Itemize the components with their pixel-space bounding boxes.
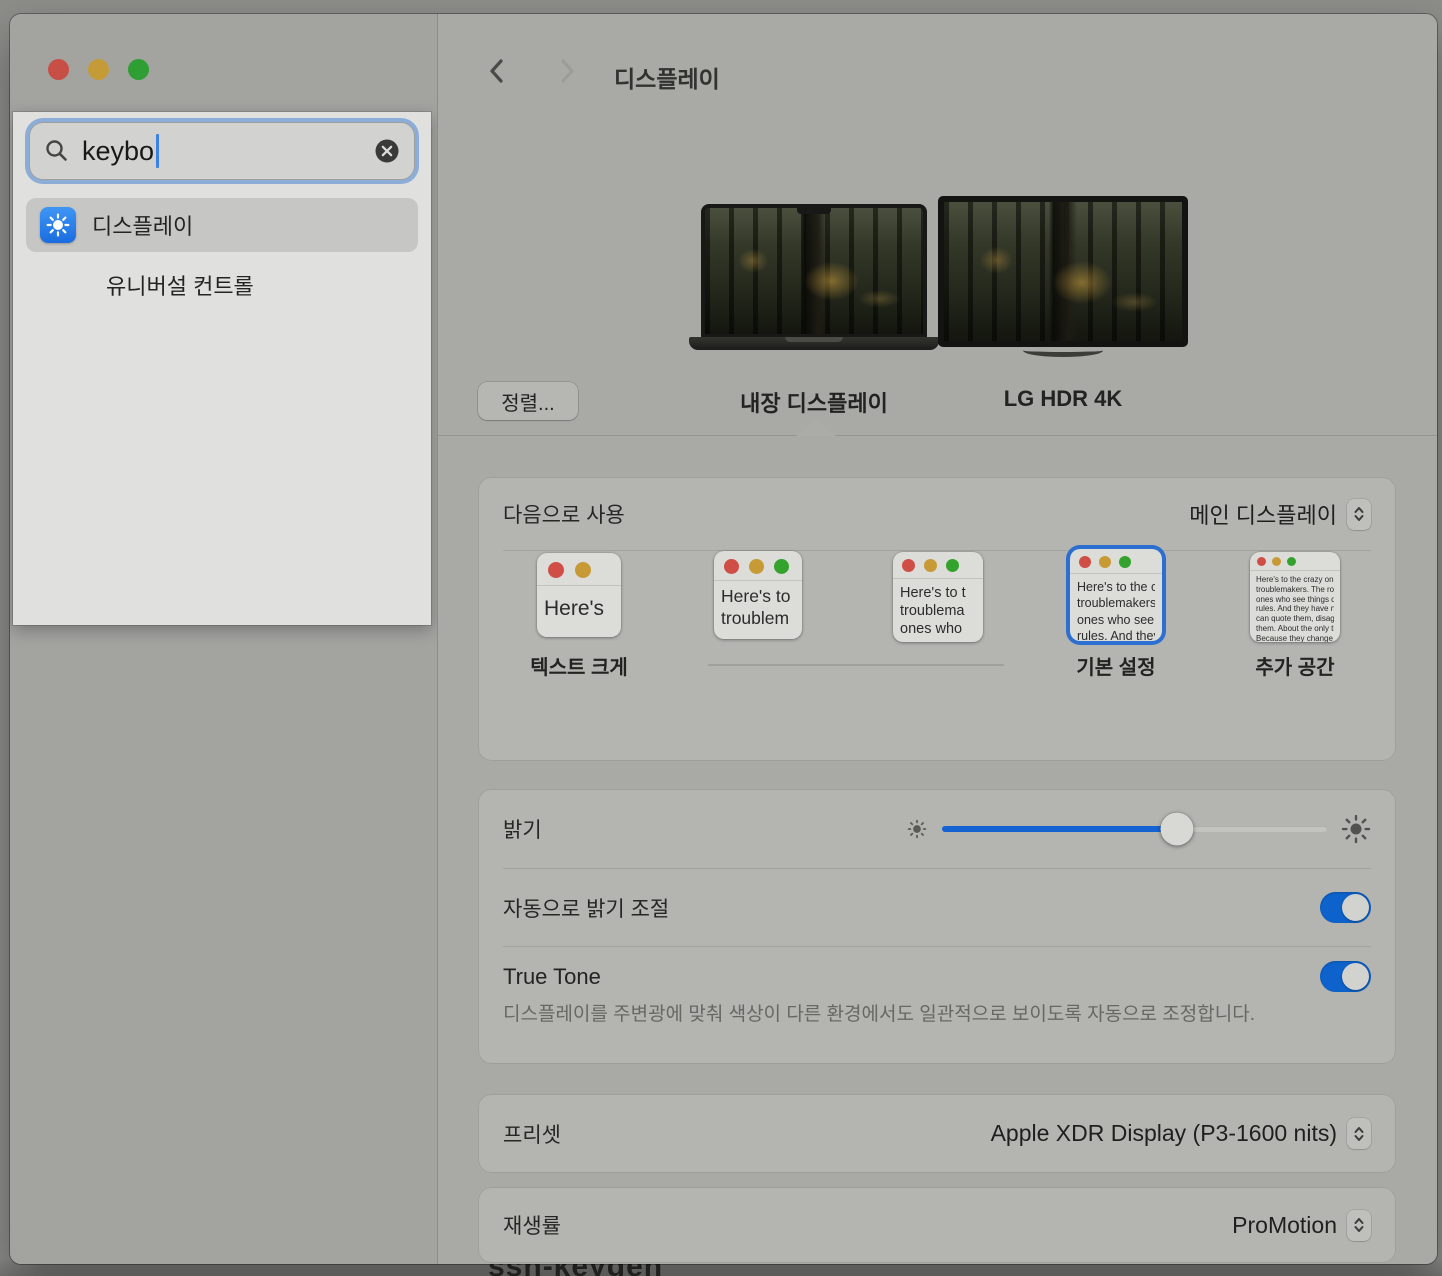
arrange-displays-button[interactable]: 정렬... — [478, 382, 578, 420]
text-size-option-default[interactable]: Here's to the cr troublemakers. ones who… — [1070, 549, 1162, 641]
display-settings-icon — [40, 207, 76, 243]
traffic-light-yellow-icon — [924, 559, 937, 572]
back-button[interactable] — [485, 56, 507, 86]
search-icon — [44, 138, 70, 164]
text-size-options: Here's Here's to troublem — [479, 551, 1395, 719]
brightness-low-icon — [906, 818, 928, 840]
auto-brightness-toggle[interactable] — [1320, 892, 1371, 923]
search-result-universal-control[interactable]: 유니버설 컨트롤 — [26, 258, 418, 312]
preset-row: 프리셋 Apple XDR Display (P3-1600 nits) — [479, 1095, 1395, 1172]
window-preview-text: Here's to troublem — [714, 581, 802, 635]
brightness-thumb[interactable] — [1160, 813, 1193, 846]
sidebar: keybo — [10, 14, 437, 1264]
search-query-text: keybo — [82, 136, 154, 167]
wallpaper-image — [944, 202, 1182, 341]
search-input[interactable]: keybo — [29, 122, 415, 180]
window-preview-titlebar — [1250, 552, 1340, 571]
text-size-label-larger: 텍스트 크게 — [504, 651, 654, 680]
laptop-base — [689, 337, 939, 350]
preset-label: 프리셋 — [503, 1119, 561, 1149]
use-as-label: 다음으로 사용 — [503, 499, 625, 529]
window-preview-titlebar — [1070, 549, 1162, 574]
refresh-rate-select[interactable] — [1347, 1210, 1371, 1241]
text-size-option-larger-text[interactable]: Here's — [537, 553, 621, 637]
text-size-option-more-space[interactable]: Here's to the crazy one troublemakers. T… — [1250, 552, 1340, 642]
forward-button[interactable] — [557, 56, 579, 86]
traffic-light-green-icon — [946, 559, 959, 572]
external-display-thumbnail[interactable] — [938, 196, 1188, 347]
brightness-row: 밝기 — [479, 790, 1395, 868]
monitor-stand — [1023, 344, 1103, 357]
refresh-rate-card: 재생률 ProMotion — [479, 1188, 1395, 1262]
preset-card: 프리셋 Apple XDR Display (P3-1600 nits) — [479, 1095, 1395, 1172]
traffic-light-red-icon — [548, 562, 564, 578]
minimize-window-button[interactable] — [88, 59, 109, 80]
window-preview-text: Here's to the crazy one troublemakers. T… — [1250, 571, 1340, 642]
clear-search-button[interactable] — [374, 138, 400, 164]
use-as-row: 다음으로 사용 메인 디스플레이 — [479, 478, 1395, 550]
window-preview-titlebar — [893, 552, 983, 579]
window-preview-titlebar — [714, 551, 802, 581]
preset-select[interactable] — [1347, 1118, 1371, 1149]
text-size-label-default: 기본 설정 — [1041, 651, 1191, 680]
traffic-light-yellow-icon — [749, 559, 764, 574]
traffic-light-yellow-icon — [575, 562, 591, 578]
preset-value: Apple XDR Display (P3-1600 nits) — [991, 1120, 1337, 1147]
external-display-name: LG HDR 4K — [943, 386, 1183, 412]
text-size-option-3[interactable]: Here's to t troublema ones who — [893, 552, 983, 642]
page-title: 디스플레이 — [614, 60, 720, 94]
true-tone-toggle[interactable] — [1320, 961, 1371, 992]
auto-brightness-row: 자동으로 밝기 조절 — [479, 869, 1395, 946]
window-preview-titlebar — [537, 553, 621, 586]
traffic-light-green-icon — [774, 559, 789, 574]
brightness-high-icon — [1341, 814, 1371, 844]
refresh-rate-value: ProMotion — [1232, 1212, 1337, 1239]
system-settings-window: keybo — [10, 14, 1437, 1264]
text-size-label-more-space: 추가 공간 — [1220, 651, 1370, 680]
window-preview-text: Here's — [537, 586, 621, 627]
search-result-displays[interactable]: 디스플레이 — [26, 198, 418, 252]
brightness-label: 밝기 — [503, 814, 542, 844]
true-tone-description: 디스플레이를 주변광에 맞춰 색상이 다른 환경에서도 일관적으로 보이도록 자… — [503, 1000, 1263, 1029]
brightness-card: 밝기 — [479, 790, 1395, 1063]
search-result-label: 유니버설 컨트롤 — [106, 269, 254, 301]
display-mode-card: 다음으로 사용 메인 디스플레이 — [479, 478, 1395, 760]
search-result-label: 디스플레이 — [92, 209, 193, 241]
traffic-light-green-icon — [1287, 557, 1296, 566]
traffic-light-red-icon — [1079, 556, 1091, 568]
window-preview-text: Here's to the cr troublemakers. ones who… — [1070, 574, 1162, 641]
display-settings-pane: 디스플레이 내장 디스플레이 LG HDR 4K 정렬... 다음으로 사용 메… — [437, 14, 1437, 1264]
text-size-option-2[interactable]: Here's to troublem — [714, 551, 802, 639]
true-tone-label: True Tone — [503, 964, 601, 990]
traffic-light-red-icon — [902, 559, 915, 572]
auto-brightness-label: 자동으로 밝기 조절 — [503, 893, 669, 923]
true-tone-row: True Tone 디스플레이를 주변광에 맞춰 색상이 다른 환경에서도 일관… — [479, 947, 1395, 1029]
selected-display-pointer — [796, 419, 836, 436]
window-preview-text: Here's to t troublema ones who — [893, 579, 983, 642]
traffic-light-red-icon — [1257, 557, 1266, 566]
traffic-light-red-icon — [724, 559, 739, 574]
toggle-knob — [1342, 894, 1369, 921]
toggle-knob — [1342, 963, 1369, 990]
brightness-slider[interactable] — [942, 812, 1327, 846]
zoom-window-button[interactable] — [128, 59, 149, 80]
use-as-value: 메인 디스플레이 — [1189, 498, 1337, 530]
notch — [797, 208, 831, 214]
close-window-button[interactable] — [48, 59, 69, 80]
text-size-track — [708, 664, 1004, 666]
refresh-rate-label: 재생률 — [503, 1210, 561, 1240]
brightness-fill — [942, 826, 1177, 832]
section-divider — [438, 435, 1437, 436]
traffic-light-yellow-icon — [1272, 557, 1281, 566]
use-as-select[interactable] — [1347, 499, 1371, 530]
built-in-display-thumbnail[interactable] — [701, 204, 927, 338]
refresh-rate-row: 재생률 ProMotion — [479, 1188, 1395, 1262]
traffic-light-green-icon — [1119, 556, 1131, 568]
wallpaper-image — [705, 208, 923, 334]
search-results-popover: keybo — [13, 112, 431, 625]
built-in-display-name: 내장 디스플레이 — [694, 386, 934, 418]
text-cursor — [156, 134, 159, 168]
traffic-light-yellow-icon — [1099, 556, 1111, 568]
